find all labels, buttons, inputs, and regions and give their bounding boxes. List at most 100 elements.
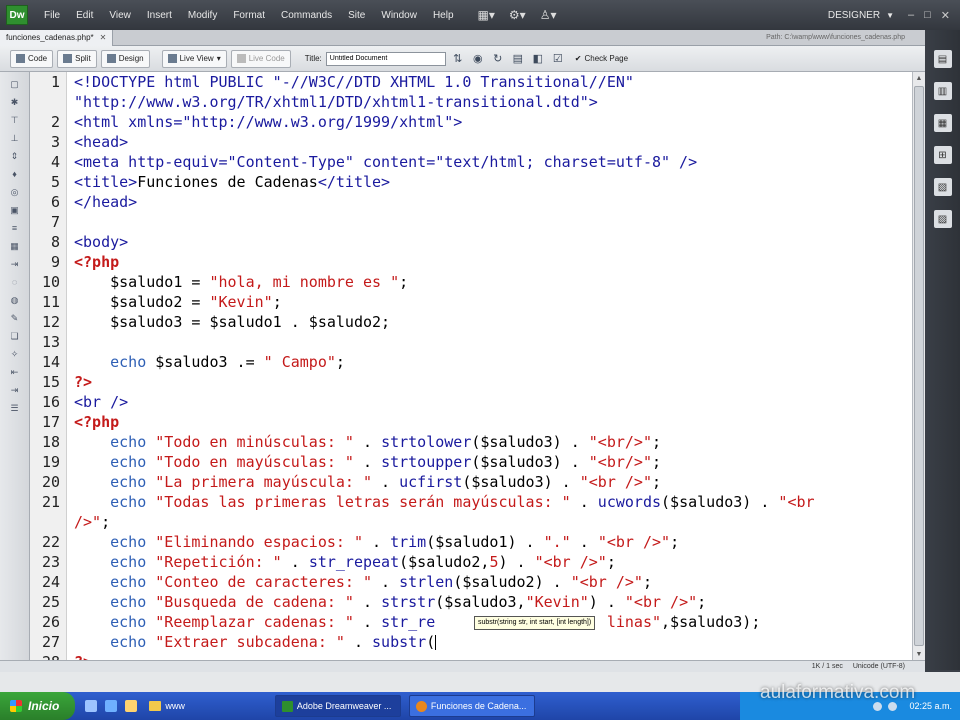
- code-token: ;: [652, 433, 662, 451]
- code-token: strtoupper: [381, 453, 472, 471]
- task-firefox[interactable]: Funciones de Cadena...: [408, 695, 535, 717]
- code-token: ($saludo2,: [399, 553, 490, 571]
- menu-file[interactable]: File: [36, 10, 68, 21]
- media-icon[interactable]: [125, 700, 138, 712]
- document-tab-bar: funciones_cadenas.php* ✕ Path: C:\wamp\w…: [0, 29, 925, 46]
- gear-icon[interactable]: ⚙▾: [509, 8, 526, 22]
- apply-comment-icon[interactable]: ◌: [9, 276, 21, 288]
- expand-all-icon[interactable]: ⇕: [9, 150, 21, 162]
- css-styles-icon[interactable]: ▥: [933, 82, 952, 100]
- outdent-icon[interactable]: ⇥: [9, 384, 21, 396]
- code-token: Funciones de Cadenas: [137, 173, 318, 191]
- select-parent-tag-icon[interactable]: ♦: [9, 168, 21, 180]
- check-page-button[interactable]: ✔ Check Page: [570, 50, 633, 68]
- menu-window[interactable]: Window: [373, 10, 425, 21]
- preview-icon[interactable]: ◉: [470, 51, 486, 67]
- menu-modify[interactable]: Modify: [180, 10, 225, 21]
- highlight-invalid-icon[interactable]: ≡: [9, 222, 21, 234]
- code-token: <meta http-equiv="Content-Type" content=…: [74, 153, 698, 171]
- line-number: 18: [41, 433, 60, 451]
- browser-icon[interactable]: [105, 700, 118, 712]
- document-tab[interactable]: funciones_cadenas.php* ✕: [0, 29, 114, 46]
- title-input[interactable]: [325, 51, 446, 66]
- balance-braces-icon[interactable]: ◎: [9, 186, 21, 198]
- split-view-button[interactable]: Split: [57, 49, 97, 68]
- workspace-switcher[interactable]: DESIGNER ▼: [828, 10, 894, 21]
- code-token: $saludo3 = $saludo1 . $saludo2;: [74, 313, 391, 331]
- code-token: ucwords: [597, 493, 662, 511]
- live-view-button[interactable]: Live View ▾: [161, 49, 227, 68]
- code-token: .: [372, 473, 400, 491]
- collapse-selection-icon[interactable]: ⊥: [9, 132, 21, 144]
- user-icon[interactable]: ♙▾: [540, 8, 557, 22]
- layout-icon[interactable]: ▦▾: [478, 8, 495, 22]
- scroll-up-icon[interactable]: ▲: [913, 72, 925, 84]
- code-token: ;: [272, 293, 282, 311]
- auto-indent-icon[interactable]: ⇥: [9, 258, 21, 270]
- insert-panel-icon[interactable]: ▤: [933, 50, 952, 68]
- menu-insert[interactable]: Insert: [139, 10, 180, 21]
- code-editor[interactable]: 1 <!DOCTYPE html PUBLIC "-//W3C//DTD XHTM…: [30, 72, 912, 660]
- code-line: 11 $saludo2 = "Kevin";: [42, 292, 910, 312]
- code-line: 16 <br />: [42, 392, 910, 412]
- start-button[interactable]: Inicio: [0, 692, 76, 720]
- code-line: 9 <?php: [51, 252, 910, 272]
- indent-icon[interactable]: ⇤: [9, 366, 21, 378]
- code-token: $saludo3 .=: [146, 353, 264, 371]
- refresh-icon[interactable]: ↻: [490, 51, 506, 67]
- code-token: "<br />": [597, 533, 671, 551]
- code-token: "<br: [778, 493, 815, 511]
- code-view-button[interactable]: Code: [10, 49, 54, 68]
- line-numbers-icon[interactable]: ▣: [9, 204, 21, 216]
- design-view-button[interactable]: Design: [100, 49, 150, 68]
- recent-snippets-icon[interactable]: ❏: [9, 330, 21, 342]
- code-token: "La primera mayúscula: ": [146, 473, 373, 491]
- firefox-icon: [415, 700, 427, 712]
- move-css-icon[interactable]: ✧: [9, 348, 21, 360]
- line-number: 11: [41, 293, 60, 311]
- live-code-button[interactable]: Live Code: [230, 49, 291, 68]
- code-token: <?php: [74, 253, 120, 271]
- task-dreamweaver[interactable]: Adobe Dreamweaver ...: [274, 695, 401, 717]
- syntax-coloring-icon[interactable]: ▦: [9, 240, 21, 252]
- menu-edit[interactable]: Edit: [68, 10, 101, 21]
- wrap-tag-icon[interactable]: ✎: [9, 312, 21, 324]
- menu-bar: Dw File Edit View Insert Modify Format C…: [0, 0, 960, 30]
- format-source-icon[interactable]: ☰: [9, 402, 21, 414]
- snippets-panel-icon[interactable]: ▨: [933, 210, 952, 228]
- scrollbar-thumb[interactable]: [914, 86, 924, 646]
- live-view-icon: [167, 54, 177, 63]
- menu-format[interactable]: Format: [225, 10, 273, 21]
- menu-icon-group: ▦▾ ⚙▾ ♙▾: [478, 8, 557, 22]
- code-line: 22 echo "Eliminando espacios: " . trim($…: [42, 532, 910, 552]
- close-tab-icon[interactable]: ✕: [100, 33, 107, 42]
- code-line: 17 <?php: [42, 412, 910, 432]
- code-line: 21 echo "Todas las primeras letras serán…: [42, 492, 910, 512]
- vertical-scrollbar[interactable]: ▲ ▼: [912, 72, 925, 660]
- desktop-icon[interactable]: [85, 700, 98, 712]
- scroll-down-icon[interactable]: ▼: [913, 648, 925, 660]
- show-code-navigator-icon[interactable]: ✱: [9, 96, 21, 108]
- menu-site[interactable]: Site: [340, 10, 373, 21]
- maximize-icon[interactable]: □: [924, 9, 931, 22]
- ap-elements-icon[interactable]: ▦: [933, 114, 952, 132]
- files-panel-icon[interactable]: ⊞: [933, 146, 952, 164]
- visual-aids-icon[interactable]: ◧: [530, 51, 546, 67]
- assets-panel-icon[interactable]: ▧: [933, 178, 952, 196]
- close-icon[interactable]: ✕: [941, 9, 950, 22]
- open-documents-icon[interactable]: ▢: [9, 78, 21, 90]
- code-token: echo: [74, 453, 147, 471]
- menu-view[interactable]: View: [101, 10, 139, 21]
- collapse-tag-icon[interactable]: ⊤: [9, 114, 21, 126]
- menu-help[interactable]: Help: [425, 10, 462, 21]
- code-line: 23 echo "Repetición: " . str_repeat($sal…: [42, 552, 910, 572]
- view-options-icon[interactable]: ▤: [510, 51, 526, 67]
- statusbar-left: [0, 660, 30, 672]
- folder-task[interactable]: www: [149, 701, 185, 711]
- minimize-icon[interactable]: –: [908, 9, 914, 22]
- file-management-icon[interactable]: ⇅: [450, 51, 466, 67]
- code-token: ;: [652, 473, 662, 491]
- menu-commands[interactable]: Commands: [273, 10, 340, 21]
- validate-icon[interactable]: ☑: [550, 51, 566, 67]
- remove-comment-icon[interactable]: ◍: [9, 294, 21, 306]
